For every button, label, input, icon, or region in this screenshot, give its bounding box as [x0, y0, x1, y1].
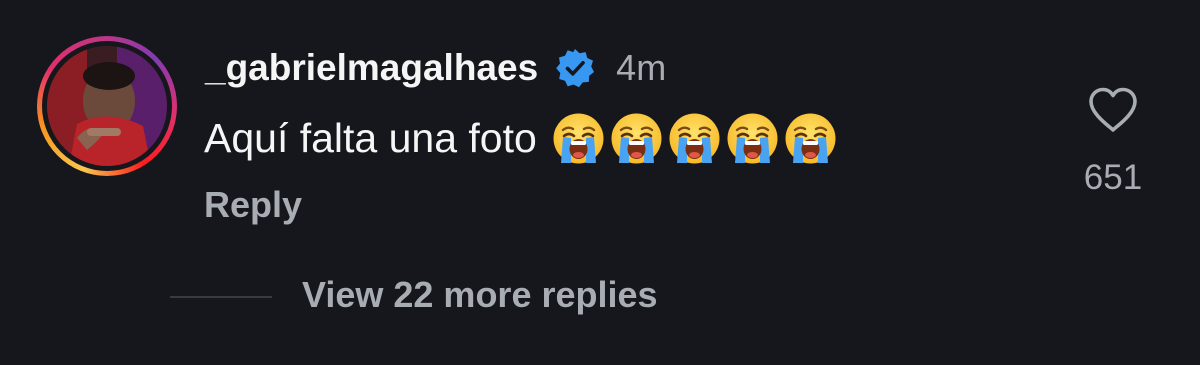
comment-text: Aquí falta una foto — [204, 114, 537, 161]
comment-header: _gabrielmagalhaes 4m — [205, 38, 666, 98]
comment-timestamp: 4m — [616, 47, 667, 88]
avatar-story-ring[interactable] — [37, 36, 177, 176]
emoji-group — [551, 111, 841, 166]
reply-button[interactable]: Reply — [204, 184, 302, 226]
replies-divider — [170, 296, 272, 298]
loudly-crying-face-icon — [609, 111, 664, 166]
loudly-crying-face-icon — [725, 111, 780, 166]
loudly-crying-face-icon — [783, 111, 838, 166]
avatar-photo — [47, 46, 167, 166]
comment-body: Aquí falta una foto — [204, 108, 841, 168]
view-more-replies-button[interactable]: View 22 more replies — [302, 274, 658, 316]
loudly-crying-face-icon — [551, 111, 606, 166]
username[interactable]: _gabrielmagalhaes — [205, 47, 538, 89]
comment-item: _gabrielmagalhaes 4m Aquí falta una foto — [0, 0, 1200, 365]
heart-outline-icon[interactable] — [1087, 86, 1139, 134]
avatar[interactable] — [47, 46, 167, 166]
verified-badge-icon — [554, 47, 596, 89]
loudly-crying-face-icon — [667, 111, 722, 166]
like-count: 651 — [1083, 158, 1143, 197]
